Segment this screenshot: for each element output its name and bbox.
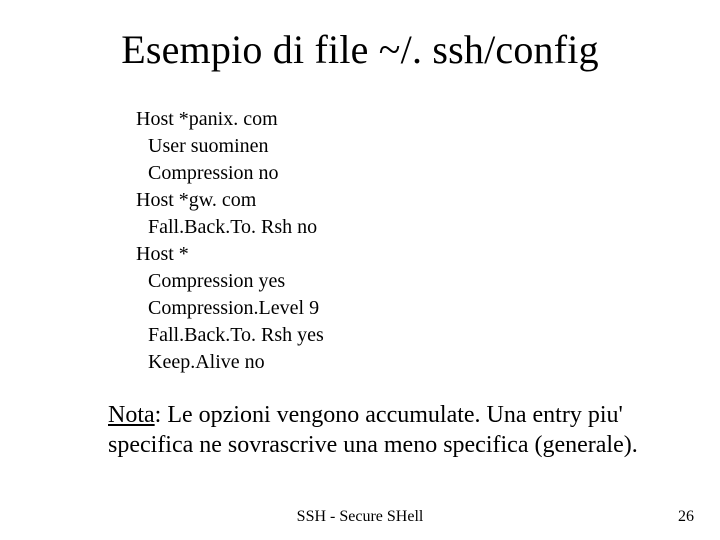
config-line: Host *gw. com [136, 187, 324, 214]
note-sep: : [155, 402, 168, 428]
slide: Esempio di file ~/. ssh/config Host *pan… [0, 0, 720, 540]
config-line: Keep.Alive no [136, 349, 324, 376]
config-line: Compression no [136, 160, 324, 187]
note-label: Nota [108, 402, 155, 428]
config-line: Compression yes [136, 268, 324, 295]
config-line: Fall.Back.To. Rsh no [136, 214, 324, 241]
config-line: User suominen [136, 133, 324, 160]
footer-title: SSH - Secure SHell [0, 508, 720, 526]
config-line: Fall.Back.To. Rsh yes [136, 322, 324, 349]
config-line: Host *panix. com [136, 106, 324, 133]
note-text: Le opzioni vengono accumulate. Una entry… [108, 402, 638, 458]
note-paragraph: Nota: Le opzioni vengono accumulate. Una… [108, 400, 660, 460]
ssh-config-example: Host *panix. com User suominen Compressi… [136, 106, 324, 376]
config-line: Compression.Level 9 [136, 295, 324, 322]
config-line: Host * [136, 241, 324, 268]
slide-title: Esempio di file ~/. ssh/config [0, 26, 720, 73]
page-number: 26 [678, 508, 694, 526]
